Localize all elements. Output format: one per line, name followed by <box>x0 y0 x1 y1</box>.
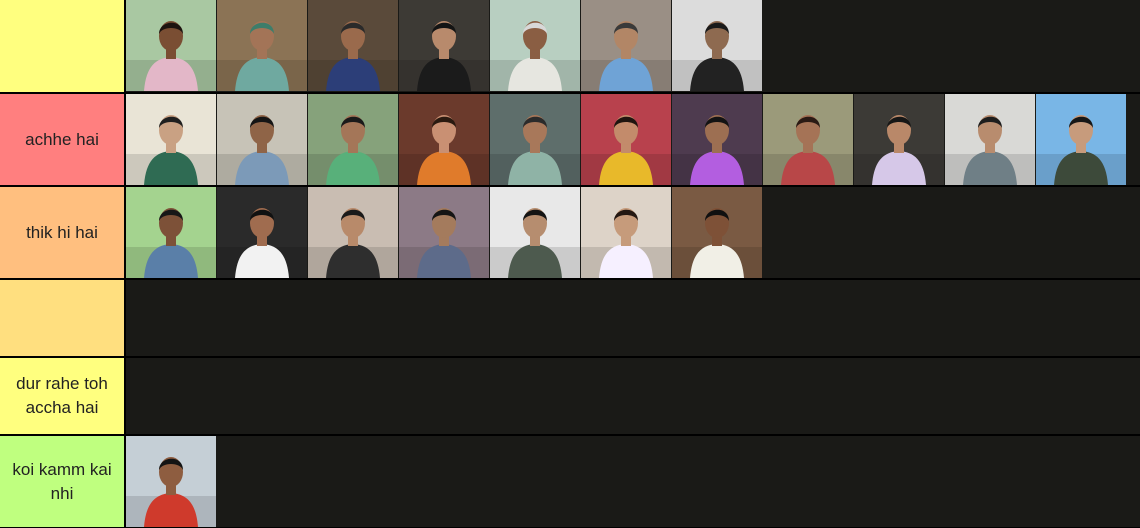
tier-items-dropzone[interactable] <box>126 280 1140 356</box>
young-man-blue-sky-photo[interactable] <box>1036 94 1126 185</box>
tier-label[interactable]: thik hi hai <box>0 187 124 278</box>
man-blue-shirt-brick-wall-photo[interactable] <box>581 0 671 91</box>
man-blue-shirt-green-wall-photo[interactable] <box>126 187 216 278</box>
tier-items-dropzone[interactable] <box>126 0 1140 92</box>
elderly-man-white-beard-photo[interactable] <box>490 0 580 91</box>
woman-red-dupatta-field-photo-image <box>763 94 853 185</box>
boy-purple-shirt-decor-photo-image <box>672 94 762 185</box>
tier-row <box>0 280 1140 356</box>
man-black-shirt-curtain-photo-image <box>672 0 762 91</box>
man-green-tshirt-garden-photo-image <box>308 94 398 185</box>
woman-green-suit-photo[interactable] <box>126 94 216 185</box>
young-man-closeup-photo[interactable] <box>672 187 762 278</box>
man-blue-shirt-brick-wall-photo-image <box>581 0 671 91</box>
boy-red-tshirt-outdoor-photo[interactable] <box>126 436 216 527</box>
child-holding-drawing-photo[interactable] <box>581 187 671 278</box>
woman-black-hijab-photo-image <box>399 0 489 91</box>
boy-black-tshirt-photo[interactable] <box>308 187 398 278</box>
tier-items-dropzone[interactable] <box>126 94 1140 185</box>
tier-row: dur rahe toh accha hai <box>0 358 1140 434</box>
bride-orange-saree-photo-image <box>399 94 489 185</box>
man-grey-shirt-curtain-photo[interactable] <box>945 94 1035 185</box>
boy-light-flare-photo-image <box>490 187 580 278</box>
boy-purple-shirt-decor-photo[interactable] <box>672 94 762 185</box>
tier-label[interactable]: dur rahe toh accha hai <box>0 358 124 434</box>
woman-green-dupatta-photo[interactable] <box>217 0 307 91</box>
tier-row: koi kamm kai nhi <box>0 436 1140 527</box>
boy-outdoor-village-photo-image <box>217 94 307 185</box>
man-pink-shirt-photo-image <box>126 0 216 91</box>
boy-purple-flowers-photo-image <box>399 187 489 278</box>
woman-floral-top-photo-image <box>854 94 944 185</box>
man-striped-tshirt-photo-image <box>308 0 398 91</box>
man-red-sunglasses-photo[interactable] <box>217 187 307 278</box>
man-blue-shirt-green-wall-photo-image <box>126 187 216 278</box>
bride-orange-saree-photo[interactable] <box>399 94 489 185</box>
woman-teal-dupatta-photo[interactable] <box>490 94 580 185</box>
elderly-man-white-beard-photo-image <box>490 0 580 91</box>
man-striped-tshirt-photo[interactable] <box>308 0 398 91</box>
boy-outdoor-village-photo[interactable] <box>217 94 307 185</box>
tier-row: achhe hai <box>0 94 1140 185</box>
boy-light-flare-photo[interactable] <box>490 187 580 278</box>
woman-yellow-saree-flowers-photo-image <box>581 94 671 185</box>
tier-label[interactable] <box>0 280 124 356</box>
boy-purple-flowers-photo[interactable] <box>399 187 489 278</box>
tier-items-dropzone[interactable] <box>126 436 1140 527</box>
tier-label[interactable] <box>0 0 124 92</box>
boy-black-tshirt-photo-image <box>308 187 398 278</box>
woman-yellow-saree-flowers-photo[interactable] <box>581 94 671 185</box>
tier-label[interactable]: achhe hai <box>0 94 124 185</box>
man-pink-shirt-photo[interactable] <box>126 0 216 91</box>
child-holding-drawing-photo-image <box>581 187 671 278</box>
tier-row <box>0 0 1140 92</box>
man-red-sunglasses-photo-image <box>217 187 307 278</box>
young-man-blue-sky-photo-image <box>1036 94 1126 185</box>
tier-label[interactable]: koi kamm kai nhi <box>0 436 124 527</box>
boy-red-tshirt-outdoor-photo-image <box>126 436 216 527</box>
tier-items-dropzone[interactable] <box>126 358 1140 434</box>
tier-list: achhe hai thik hi hai dur rahe toh accha h… <box>0 0 1140 528</box>
man-black-shirt-curtain-photo[interactable] <box>672 0 762 91</box>
woman-green-suit-photo-image <box>126 94 216 185</box>
man-green-tshirt-garden-photo[interactable] <box>308 94 398 185</box>
man-grey-shirt-curtain-photo-image <box>945 94 1035 185</box>
woman-red-dupatta-field-photo[interactable] <box>763 94 853 185</box>
young-man-closeup-photo-image <box>672 187 762 278</box>
woman-black-hijab-photo[interactable] <box>399 0 489 91</box>
woman-green-dupatta-photo-image <box>217 0 307 91</box>
woman-teal-dupatta-photo-image <box>490 94 580 185</box>
tier-row: thik hi hai <box>0 187 1140 278</box>
tier-items-dropzone[interactable] <box>126 187 1140 278</box>
woman-floral-top-photo[interactable] <box>854 94 944 185</box>
